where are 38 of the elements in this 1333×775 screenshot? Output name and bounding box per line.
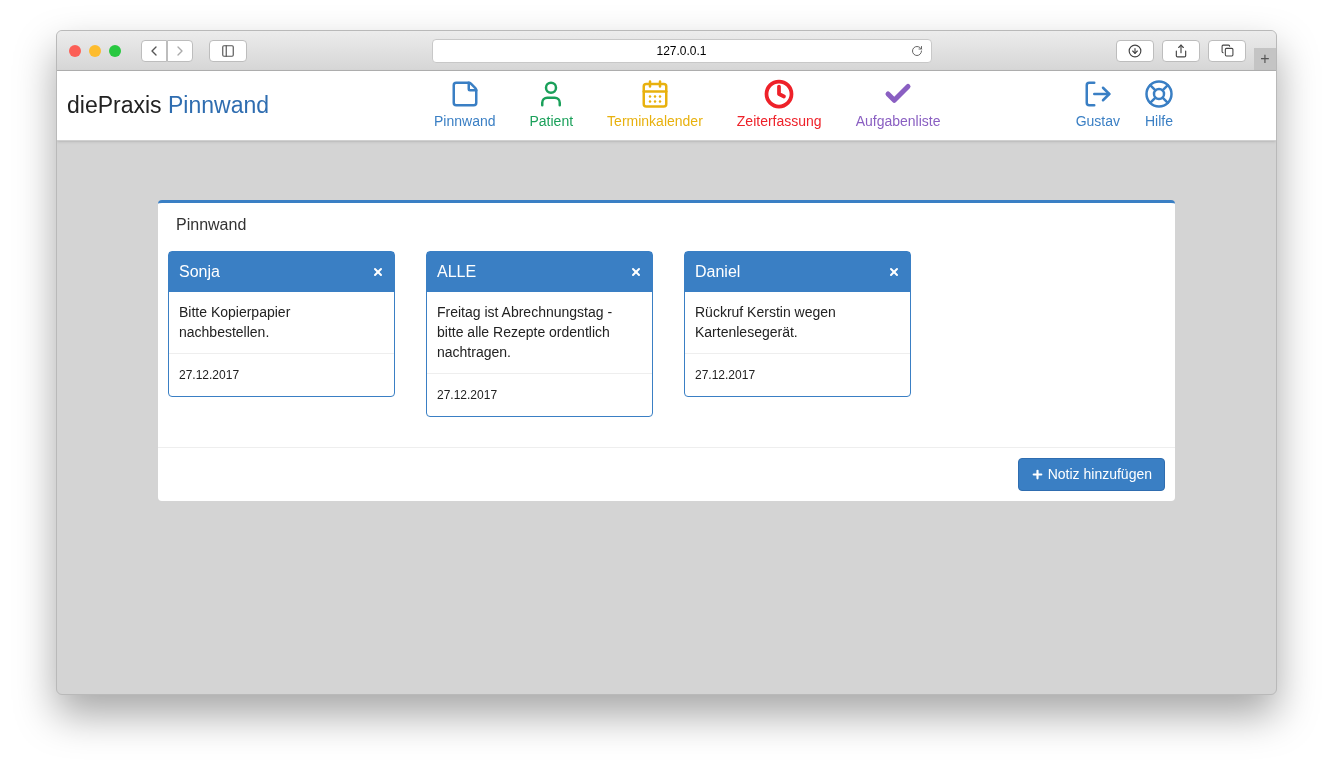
calendar-icon [639, 79, 670, 109]
download-button[interactable] [1116, 39, 1154, 62]
share-button[interactable] [1162, 39, 1200, 62]
tabs-icon [1220, 44, 1234, 57]
lifebuoy-icon [1144, 79, 1174, 109]
note-date: 27.12.2017 [436, 387, 499, 404]
clock-icon [764, 79, 795, 109]
nav-item[interactable]: Hilfe [1132, 79, 1186, 132]
note-recipient: Sonja [179, 262, 220, 282]
note-text: Freitag ist Abrechnungstag - bitte alle Rezepte ordentlich nachtragen. [427, 292, 652, 374]
close-icon[interactable] [372, 266, 384, 278]
plus-icon [1030, 468, 1044, 481]
panel-title: Pinnwand [175, 215, 248, 235]
nav-item[interactable]: Gustav [1063, 79, 1132, 132]
add-note-button[interactable]: Notiz hinzufügen [1017, 458, 1165, 491]
close-icon[interactable] [888, 266, 900, 278]
note-date: 27.12.2017 [178, 367, 241, 384]
nav-item[interactable]: Pinnwand [417, 79, 513, 132]
tabs-button[interactable] [1208, 39, 1246, 62]
note-text: Rückruf Kerstin wegen Kartenlesegerät. [685, 292, 910, 354]
nav-item[interactable]: Aufgabenliste [838, 79, 958, 132]
nav-item[interactable]: Zeiterfassung [719, 79, 839, 132]
share-icon [1174, 43, 1188, 58]
download-icon [1128, 43, 1142, 58]
nav-item[interactable]: Patient [512, 79, 591, 132]
note-recipient: ALLE [437, 262, 477, 282]
brand-title[interactable]: diePraxis Pinnwand [67, 92, 270, 119]
close-icon[interactable] [630, 266, 642, 278]
new-tab-button[interactable]: + [1254, 48, 1276, 70]
reload-icon[interactable] [910, 44, 923, 57]
sidebar-button[interactable] [209, 39, 247, 62]
back-button[interactable] [141, 39, 167, 62]
close-window-icon[interactable] [69, 44, 81, 57]
note-text: Bitte Kopierpapier nachbestellen. [169, 292, 394, 354]
sidebar-icon [221, 43, 235, 58]
note-date: 27.12.2017 [694, 367, 757, 384]
note-recipient: Daniel [695, 262, 741, 282]
address-field[interactable]: 127.0.0.1 [431, 38, 932, 63]
